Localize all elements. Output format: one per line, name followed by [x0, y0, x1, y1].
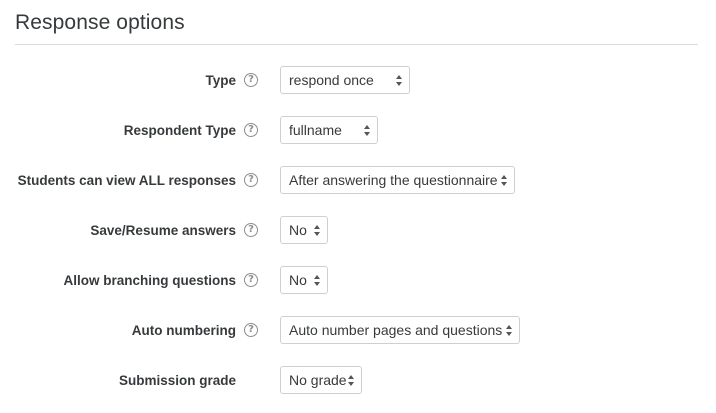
- respondent-type-label: Respondent Type: [123, 123, 236, 138]
- help-icon[interactable]: ?: [244, 323, 258, 337]
- select-arrows-icon: [396, 74, 404, 87]
- respondent-type-select-value: fullname: [289, 122, 342, 138]
- auto-numbering-select-value: Auto number pages and questions: [289, 322, 503, 338]
- allow-branching-select[interactable]: No: [280, 266, 328, 294]
- help-icon[interactable]: ?: [244, 273, 258, 287]
- allow-branching-select-value: No: [289, 272, 307, 288]
- form-row-students-view: Students can view ALL responses ? After …: [0, 166, 716, 196]
- help-icon[interactable]: ?: [244, 223, 258, 237]
- submission-grade-select-value: No grade: [289, 372, 347, 388]
- students-view-label: Students can view ALL responses: [17, 173, 236, 188]
- students-view-select[interactable]: After answering the questionnaire: [280, 166, 515, 194]
- save-resume-select[interactable]: No: [280, 216, 328, 244]
- select-arrows-icon: [506, 324, 514, 337]
- form-row-submission-grade: Submission grade No grade: [0, 366, 716, 396]
- type-select[interactable]: respond once: [280, 66, 410, 94]
- submission-grade-label: Submission grade: [118, 373, 236, 388]
- help-icon[interactable]: ?: [244, 173, 258, 187]
- help-icon[interactable]: ?: [244, 73, 258, 87]
- respondent-type-select[interactable]: fullname: [280, 116, 378, 144]
- form-row-allow-branching: Allow branching questions ? No: [0, 266, 716, 296]
- students-view-select-value: After answering the questionnaire: [289, 172, 498, 188]
- select-arrows-icon: [314, 224, 322, 237]
- section-title: Response options: [15, 11, 185, 34]
- form-row-save-resume: Save/Resume answers ? No: [0, 216, 716, 246]
- select-arrows-icon: [348, 374, 356, 387]
- select-arrows-icon: [501, 174, 509, 187]
- select-arrows-icon: [314, 274, 322, 287]
- select-arrows-icon: [364, 124, 372, 137]
- auto-numbering-select[interactable]: Auto number pages and questions: [280, 316, 520, 344]
- type-label: Type: [205, 73, 236, 88]
- submission-grade-select[interactable]: No grade: [280, 366, 362, 394]
- help-icon[interactable]: ?: [244, 123, 258, 137]
- allow-branching-label: Allow branching questions: [63, 273, 236, 288]
- save-resume-label: Save/Resume answers: [90, 223, 236, 238]
- auto-numbering-label: Auto numbering: [131, 323, 236, 338]
- form-row-type: Type ? respond once: [0, 66, 716, 96]
- type-select-value: respond once: [289, 72, 374, 88]
- form-row-respondent-type: Respondent Type ? fullname: [0, 116, 716, 146]
- save-resume-select-value: No: [289, 222, 307, 238]
- section-divider: [15, 44, 698, 45]
- form-row-auto-numbering: Auto numbering ? Auto number pages and q…: [0, 316, 716, 346]
